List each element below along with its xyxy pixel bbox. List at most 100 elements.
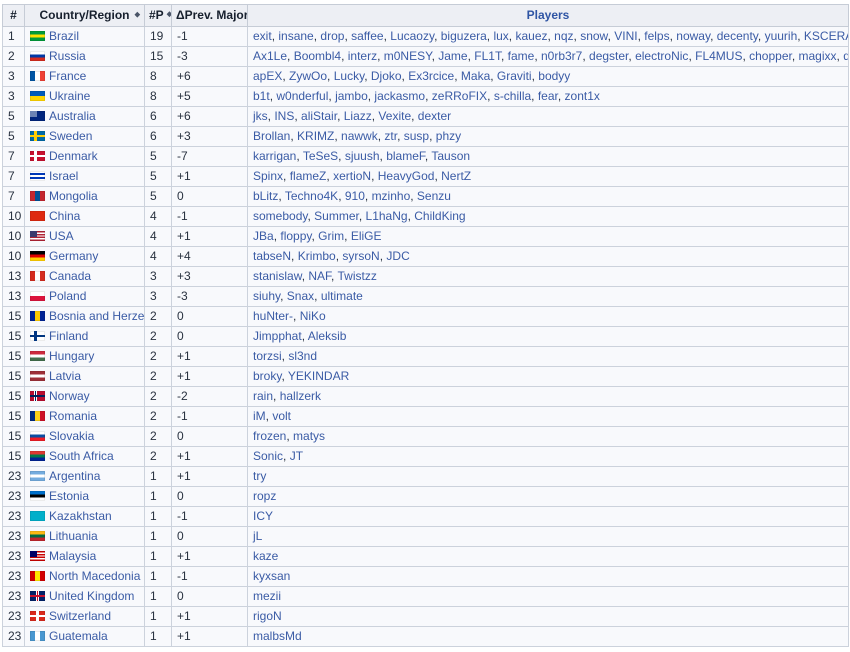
player-link[interactable]: electroNic — [635, 49, 688, 63]
player-link[interactable]: huNter- — [253, 309, 293, 323]
player-link[interactable]: NAF — [308, 269, 331, 283]
player-link[interactable]: degster — [589, 49, 628, 63]
country-link[interactable]: Australia — [49, 109, 96, 123]
country-link[interactable]: Argentina — [49, 469, 100, 483]
player-link[interactable]: flameZ — [290, 169, 327, 183]
player-link[interactable]: TeSeS — [303, 149, 338, 163]
player-link[interactable]: sjuush — [345, 149, 380, 163]
player-link[interactable]: ztr — [384, 129, 397, 143]
player-link[interactable]: apEX — [253, 69, 282, 83]
player-link[interactable]: jL — [253, 529, 262, 543]
player-link[interactable]: saffee — [351, 29, 383, 43]
player-link[interactable]: Tauson — [431, 149, 470, 163]
player-link[interactable]: hallzerk — [280, 389, 321, 403]
player-link[interactable]: yuurih — [765, 29, 798, 43]
player-link[interactable]: Aleksib — [308, 329, 347, 343]
player-link[interactable]: fame — [508, 49, 535, 63]
country-link[interactable]: Lithuania — [49, 529, 98, 543]
player-link[interactable]: Djoko — [371, 69, 402, 83]
player-link[interactable]: biguzera — [441, 29, 487, 43]
player-link[interactable]: JT — [290, 449, 303, 463]
player-link[interactable]: broky — [253, 369, 281, 383]
player-link[interactable]: Ex3rcice — [408, 69, 454, 83]
player-link[interactable]: sl3nd — [288, 349, 317, 363]
player-link[interactable]: interz — [348, 49, 377, 63]
player-link[interactable]: Sonic — [253, 449, 283, 463]
player-link[interactable]: noway — [676, 29, 710, 43]
player-link[interactable]: Jimpphat — [253, 329, 302, 343]
player-link[interactable]: fear — [538, 89, 558, 103]
player-link[interactable]: bodyy — [538, 69, 570, 83]
country-link[interactable]: France — [49, 69, 86, 83]
player-link[interactable]: L1haNg — [366, 209, 408, 223]
country-link[interactable]: Malaysia — [49, 549, 96, 563]
player-link[interactable]: ropz — [253, 489, 276, 503]
player-link[interactable]: malbsMd — [253, 629, 302, 643]
player-link[interactable]: INS — [274, 109, 294, 123]
player-link[interactable]: Summer — [314, 209, 359, 223]
player-link[interactable]: decenty — [717, 29, 758, 43]
player-link[interactable]: kyxsan — [253, 569, 290, 583]
country-link[interactable]: China — [49, 209, 80, 223]
player-link[interactable]: FL4MUS — [695, 49, 742, 63]
player-link[interactable]: lux — [493, 29, 508, 43]
country-link[interactable]: Finland — [49, 329, 88, 343]
player-link[interactable]: somebody — [253, 209, 307, 223]
player-link[interactable]: Lucaozy — [390, 29, 434, 43]
player-link[interactable]: ultimate — [321, 289, 363, 303]
col-header-country[interactable]: Country/Region◆ — [25, 5, 145, 27]
player-link[interactable]: jambo — [335, 89, 368, 103]
country-link[interactable]: United Kingdom — [49, 589, 134, 603]
player-link[interactable]: Grim — [318, 229, 344, 243]
player-link[interactable]: try — [253, 469, 266, 483]
player-link[interactable]: tabseN — [253, 249, 291, 263]
player-link[interactable]: karrigan — [253, 149, 296, 163]
player-link[interactable]: Senzu — [417, 189, 451, 203]
player-link[interactable]: Boombl4 — [294, 49, 341, 63]
player-link[interactable]: Vexite — [378, 109, 411, 123]
country-link[interactable]: Germany — [49, 249, 98, 263]
player-link[interactable]: nawwk — [341, 129, 378, 143]
player-link[interactable]: mzinho — [372, 189, 411, 203]
country-link[interactable]: Poland — [49, 289, 86, 303]
player-link[interactable]: w0nderful — [276, 89, 328, 103]
player-link[interactable]: Twistzz — [338, 269, 377, 283]
player-link[interactable]: n0rb3r7 — [541, 49, 582, 63]
player-link[interactable]: magixx — [799, 49, 837, 63]
player-link[interactable]: Ax1Le — [253, 49, 287, 63]
player-link[interactable]: KSCERATO — [804, 29, 849, 43]
country-link[interactable]: Estonia — [49, 489, 89, 503]
player-link[interactable]: bLitz — [253, 189, 278, 203]
player-link[interactable]: Snax — [287, 289, 314, 303]
player-link[interactable]: 910 — [345, 189, 365, 203]
player-link[interactable]: iM — [253, 409, 266, 423]
player-link[interactable]: Spinx — [253, 169, 283, 183]
country-link[interactable]: Brazil — [49, 29, 79, 43]
player-link[interactable]: b1t — [253, 89, 270, 103]
player-link[interactable]: Maka — [461, 69, 490, 83]
country-link[interactable]: Denmark — [49, 149, 98, 163]
country-link[interactable]: Canada — [49, 269, 91, 283]
player-link[interactable]: siuhy — [253, 289, 280, 303]
player-link[interactable]: stanislaw — [253, 269, 302, 283]
country-link[interactable]: USA — [49, 229, 74, 243]
player-link[interactable]: JDC — [386, 249, 409, 263]
country-link[interactable]: North Macedonia — [49, 569, 140, 583]
player-link[interactable]: ZywOo — [289, 69, 327, 83]
player-link[interactable]: FL1T — [474, 49, 501, 63]
player-link[interactable]: donk — [843, 49, 848, 63]
player-link[interactable]: blameF — [386, 149, 425, 163]
country-link[interactable]: Kazakhstan — [49, 509, 112, 523]
player-link[interactable]: Jame — [438, 49, 467, 63]
player-link[interactable]: susp — [404, 129, 429, 143]
country-link[interactable]: Ukraine — [49, 89, 90, 103]
col-header-delta-prev-major[interactable]: ΔPrev. Major◆ — [172, 5, 248, 27]
player-link[interactable]: Graviti — [497, 69, 532, 83]
country-link[interactable]: Mongolia — [49, 189, 98, 203]
col-header-player-count[interactable]: #P◆ — [145, 5, 172, 27]
player-link[interactable]: rain — [253, 389, 273, 403]
player-link[interactable]: rigoN — [253, 609, 282, 623]
player-link[interactable]: volt — [272, 409, 291, 423]
player-link[interactable]: NertZ — [441, 169, 471, 183]
player-link[interactable]: mezii — [253, 589, 281, 603]
